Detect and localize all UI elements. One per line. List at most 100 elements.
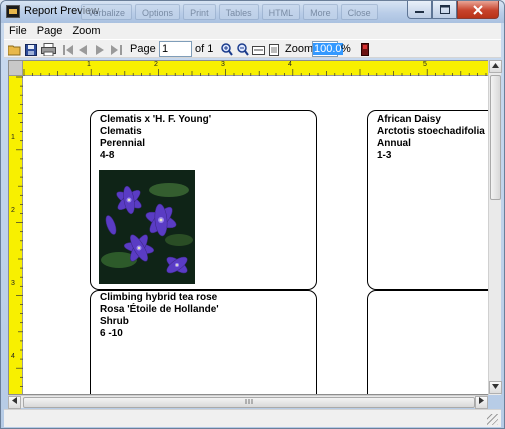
plant-zone: 4-8 bbox=[100, 150, 115, 161]
scroll-up-button[interactable] bbox=[489, 60, 502, 73]
minimize-button[interactable] bbox=[407, 1, 432, 19]
first-page-icon bbox=[62, 44, 73, 55]
close-icon bbox=[473, 4, 483, 15]
background-button: More bbox=[303, 4, 338, 20]
zoom-out-icon bbox=[236, 43, 249, 56]
plant-card bbox=[367, 290, 495, 394]
ruler-number: 5 bbox=[423, 61, 427, 68]
ruler-number: 2 bbox=[11, 207, 15, 214]
background-button: Print bbox=[183, 4, 216, 20]
status-bar bbox=[4, 409, 501, 427]
plant-type: Annual bbox=[377, 138, 411, 149]
arrow-left-icon bbox=[12, 397, 17, 404]
resize-grip-icon[interactable] bbox=[487, 414, 498, 425]
ruler-number: 1 bbox=[11, 134, 15, 141]
toolbar: Page 1 of 1 Zoom 100.0 % bbox=[4, 39, 501, 58]
minimize-icon bbox=[415, 11, 424, 13]
ruler-number: 4 bbox=[288, 61, 292, 68]
background-taskbar: Verbalize Options Print Tables HTML More… bbox=[81, 4, 378, 20]
page-label: Page bbox=[130, 43, 156, 55]
background-button: HTML bbox=[261, 4, 301, 20]
printer-icon bbox=[40, 43, 56, 56]
exit-door-icon bbox=[361, 43, 369, 56]
background-button: Verbalize bbox=[81, 4, 133, 20]
page-width-button[interactable] bbox=[252, 42, 265, 57]
ruler-number: 3 bbox=[11, 280, 15, 287]
plant-genus: Clematis bbox=[100, 126, 142, 137]
next-page-icon bbox=[96, 44, 104, 55]
report-preview-window: Report Preview Verbalize Options Print T… bbox=[0, 0, 505, 429]
menu-bar: File Page Zoom bbox=[4, 23, 501, 39]
window-controls bbox=[407, 1, 499, 20]
report-preview-area[interactable]: 1 2 3 4 5 1 2 3 4 Clematis x 'H. F. Youn… bbox=[8, 60, 496, 395]
scroll-down-button[interactable] bbox=[489, 381, 502, 394]
background-button: Tables bbox=[218, 4, 259, 20]
plant-card: African Daisy Arctotis stoechadifolia An… bbox=[367, 110, 495, 290]
plant-common-name: Climbing hybrid tea rose bbox=[100, 292, 218, 303]
page-count-label: of 1 bbox=[195, 43, 214, 55]
scroll-left-button[interactable] bbox=[8, 396, 21, 409]
floppy-disk-icon bbox=[25, 43, 37, 56]
page-width-icon bbox=[252, 45, 265, 55]
vertical-ruler: 1 2 3 4 bbox=[9, 61, 23, 394]
horizontal-ruler-ticks bbox=[23, 69, 487, 76]
plant-zone: 1-3 bbox=[377, 150, 392, 161]
ruler-number: 4 bbox=[11, 353, 15, 360]
maximize-button[interactable] bbox=[432, 1, 457, 19]
menu-file[interactable]: File bbox=[9, 25, 27, 37]
whole-page-button[interactable] bbox=[268, 42, 280, 57]
clematis-flower-image bbox=[99, 170, 195, 284]
plant-zone: 6 -10 bbox=[100, 328, 123, 339]
zoom-in-button[interactable] bbox=[220, 42, 233, 57]
plant-card: Climbing hybrid tea rose Rosa 'Étoile de… bbox=[90, 290, 317, 394]
horizontal-scroll-thumb[interactable] bbox=[23, 397, 475, 408]
plant-card-text: African Daisy Arctotis stoechadifolia An… bbox=[377, 114, 485, 162]
zoom-out-button[interactable] bbox=[236, 42, 249, 57]
ruler-number: 3 bbox=[221, 61, 225, 68]
horizontal-ruler: 1 2 3 4 5 bbox=[9, 61, 489, 76]
plant-card-text: Climbing hybrid tea rose Rosa 'Étoile de… bbox=[100, 292, 219, 340]
plant-card-text: Clematis x 'H. F. Young' Clematis Perenn… bbox=[100, 114, 211, 162]
plant-type: Perennial bbox=[100, 138, 146, 149]
vertical-ruler-ticks bbox=[16, 76, 23, 387]
menu-page[interactable]: Page bbox=[37, 25, 63, 37]
exit-preview-button[interactable] bbox=[360, 42, 370, 57]
app-icon bbox=[6, 5, 20, 18]
horizontal-scrollbar[interactable] bbox=[8, 395, 488, 409]
zoom-in-icon bbox=[220, 43, 233, 56]
close-button[interactable] bbox=[457, 1, 499, 19]
menu-zoom[interactable]: Zoom bbox=[72, 25, 100, 37]
vertical-scrollbar[interactable] bbox=[488, 60, 502, 395]
last-page-icon bbox=[110, 44, 122, 55]
zoom-label: Zoom bbox=[285, 43, 314, 55]
ruler-corner bbox=[9, 61, 23, 76]
page-number-input[interactable]: 1 bbox=[159, 41, 192, 57]
print-button[interactable] bbox=[40, 42, 56, 57]
scroll-right-button[interactable] bbox=[475, 396, 488, 409]
vertical-scroll-thumb[interactable] bbox=[490, 75, 501, 200]
plant-type: Shrub bbox=[100, 316, 129, 327]
percent-label: % bbox=[341, 43, 351, 55]
previous-page-button[interactable] bbox=[78, 42, 88, 57]
maximize-icon bbox=[439, 5, 450, 14]
last-page-button[interactable] bbox=[110, 42, 122, 57]
zoom-input[interactable]: 100.0 bbox=[312, 41, 343, 57]
ruler-number: 1 bbox=[87, 61, 91, 68]
background-button: Close bbox=[340, 4, 378, 20]
arrow-right-icon bbox=[479, 397, 484, 404]
background-button: Options bbox=[135, 4, 181, 20]
open-button[interactable] bbox=[8, 42, 22, 57]
plant-genus: Rosa 'Étoile de Hollande' bbox=[100, 304, 219, 315]
folder-icon bbox=[8, 45, 21, 55]
plant-genus: Arctotis stoechadifolia bbox=[377, 126, 485, 137]
first-page-button[interactable] bbox=[62, 42, 74, 57]
save-button[interactable] bbox=[24, 42, 38, 57]
plant-photo bbox=[99, 170, 195, 284]
arrow-down-icon bbox=[492, 384, 499, 389]
previous-page-icon bbox=[79, 44, 87, 55]
zoom-value: 100.0 bbox=[313, 43, 343, 55]
ruler-number: 2 bbox=[154, 61, 158, 68]
grip-icon bbox=[245, 399, 253, 404]
plant-common-name: Clematis x 'H. F. Young' bbox=[100, 114, 212, 125]
next-page-button[interactable] bbox=[95, 42, 105, 57]
